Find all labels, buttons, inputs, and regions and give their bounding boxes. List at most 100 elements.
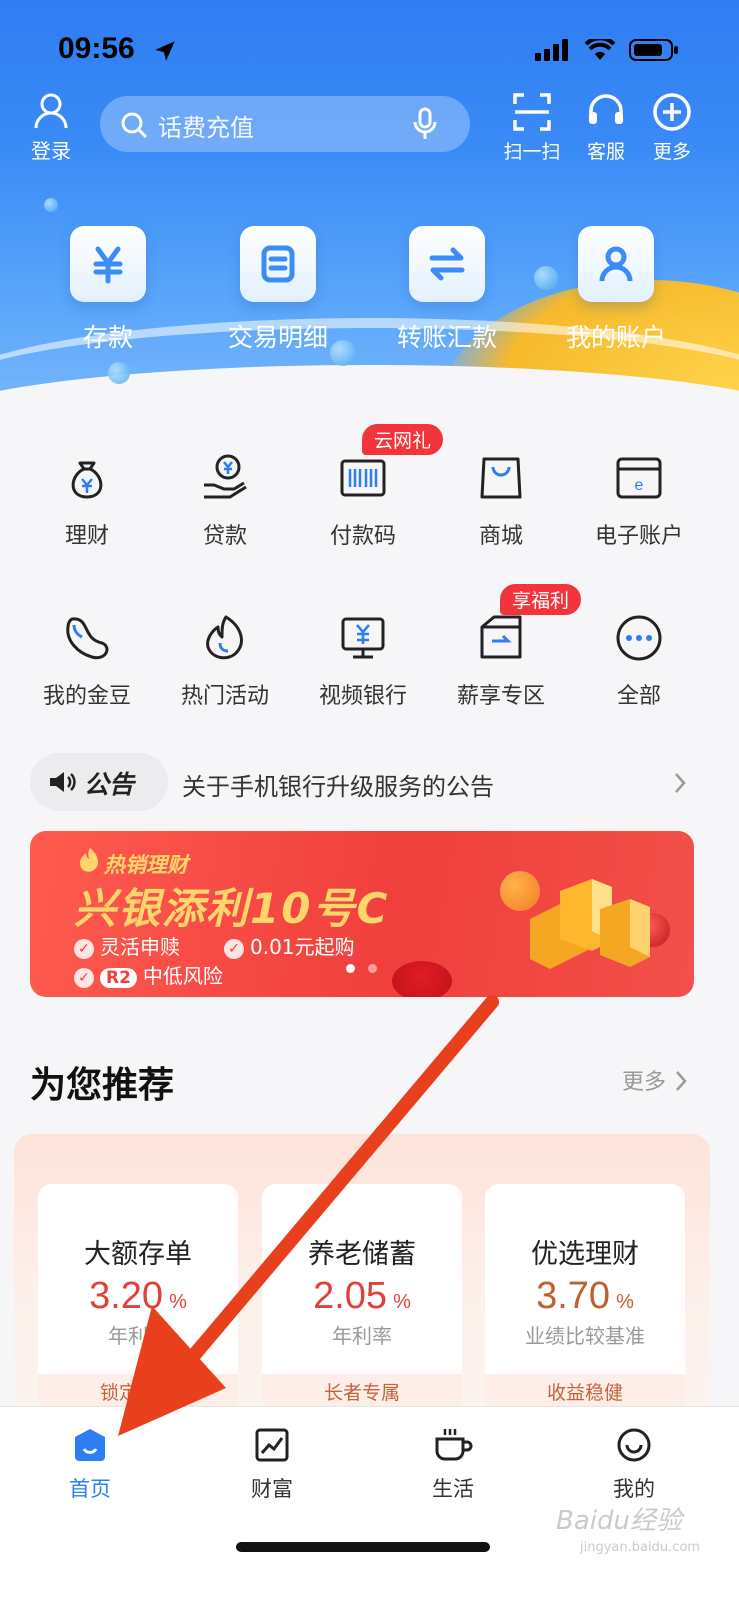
product-rate-label: 年利率 <box>108 1324 168 1348</box>
loan-item[interactable]: 贷款 <box>160 450 290 550</box>
smile-icon <box>614 1425 654 1465</box>
rate-value: 2.05 <box>313 1275 388 1317</box>
headset-icon <box>589 94 623 124</box>
chevron-right-icon <box>675 773 686 793</box>
recommend-title: 为您推荐 <box>30 1065 175 1106</box>
hot-activities-label: 热门活动 <box>180 684 269 709</box>
user-icon <box>599 246 633 282</box>
e-card-icon: e <box>611 450 667 506</box>
transfer-entry[interactable]: 转账汇款 <box>372 226 522 354</box>
transactions-entry[interactable]: 交易明细 <box>203 226 353 354</box>
e-account-item[interactable]: e 电子账户 <box>574 450 704 550</box>
yen-icon <box>93 246 123 284</box>
home-icon <box>70 1425 110 1465</box>
coffee-cup-icon <box>433 1425 473 1465</box>
red-ball-decoration <box>392 961 452 997</box>
status-time: 09:56 <box>58 32 135 65</box>
transfer-tile <box>409 226 485 302</box>
recommend-more-label: 更多 <box>622 1070 667 1095</box>
fire-icon <box>80 848 99 872</box>
my-account-entry[interactable]: 我的账户 <box>541 226 691 354</box>
wealth-management-label: 理财 <box>64 524 109 549</box>
risk-text: 中低风险 <box>142 964 223 988</box>
tab-mine[interactable]: 我的 <box>584 1425 684 1503</box>
tab-mine-label: 我的 <box>613 1477 655 1501</box>
cloud-gift-tag: 云网礼 <box>362 424 444 455</box>
tab-wealth-label: 财富 <box>251 1477 293 1501</box>
carousel-dot-active <box>346 964 355 973</box>
announcement-title: 公告 <box>84 770 135 799</box>
product-card-pension-savings[interactable]: 养老储蓄 2.05% 年利率 长者专属 <box>262 1184 462 1414</box>
transactions-tile <box>240 226 316 302</box>
risk-badge: R2 <box>100 968 137 988</box>
salary-zone-item[interactable]: 享福利 薪享专区 <box>436 584 582 710</box>
signal-icon <box>535 39 568 61</box>
barcode-icon <box>335 450 391 506</box>
plus-circle-icon <box>653 93 691 131</box>
more-dots-icon <box>611 610 667 666</box>
product-name: 优选理财 <box>531 1239 639 1270</box>
transfer-icon <box>429 247 465 281</box>
wealth-management-item[interactable]: 理财 <box>22 450 152 550</box>
deposit-label: 存款 <box>82 323 133 352</box>
more-label: 更多 <box>652 141 691 163</box>
product-card-large-deposit[interactable]: 大额存单 3.20% 年利率 锁定收益 <box>38 1184 238 1414</box>
search-input[interactable]: 话费充值 <box>100 96 470 152</box>
monitor-yen-icon <box>335 610 391 666</box>
flame-icon <box>197 610 253 666</box>
payment-code-item[interactable]: 云网礼 付款码 <box>298 424 444 550</box>
announcement-bar[interactable]: 公告 关于手机银行升级服务的公告 <box>30 753 710 811</box>
product-rate: 2.05% <box>262 1275 462 1318</box>
recommend-more-link[interactable]: 更多 <box>622 1064 687 1096</box>
payment-code-label: 付款码 <box>329 524 396 549</box>
product-rate: 3.20% <box>38 1275 238 1318</box>
tab-life[interactable]: 生活 <box>403 1425 503 1503</box>
transfer-label: 转账汇款 <box>396 323 497 352</box>
welfare-tag: 享福利 <box>500 584 582 615</box>
login-button[interactable]: 登录 <box>28 92 74 164</box>
customer-service-label: 客服 <box>586 141 625 163</box>
shopping-bag-icon <box>473 450 529 506</box>
rate-unit: % <box>169 1291 187 1313</box>
tab-wealth[interactable]: 财富 <box>222 1425 322 1503</box>
microphone-icon[interactable] <box>412 107 438 141</box>
wifi-icon <box>585 39 615 60</box>
scan-button[interactable]: 扫一扫 <box>502 92 562 164</box>
product-name: 大额存单 <box>84 1239 192 1270</box>
product-rate: 3.70% <box>485 1275 685 1318</box>
scan-label: 扫一扫 <box>503 141 561 163</box>
top-bar: 登录 话费充值 扫一扫 客服 更多 <box>0 92 739 172</box>
product-rate-label: 业绩比较基准 <box>525 1324 645 1348</box>
product-rate-label: 年利率 <box>332 1324 392 1348</box>
transactions-label: 交易明细 <box>227 323 328 352</box>
banner-risk: ✓ R2 中低风险 <box>74 960 223 989</box>
mall-label: 商城 <box>478 524 523 549</box>
customer-service-button[interactable]: 客服 <box>576 92 636 164</box>
document-icon <box>261 245 295 283</box>
home-indicator <box>236 1542 490 1552</box>
mall-item[interactable]: 商城 <box>436 450 566 550</box>
video-bank-label: 视频银行 <box>318 684 407 709</box>
my-account-tile <box>578 226 654 302</box>
rate-unit: % <box>393 1291 411 1313</box>
status-bar: 09:56 <box>0 28 739 72</box>
product-name: 养老储蓄 <box>308 1239 416 1270</box>
bubble-decoration <box>44 198 58 212</box>
more-button[interactable]: 更多 <box>642 92 702 164</box>
gold-bean-item[interactable]: 我的金豆 <box>22 610 152 710</box>
deposit-entry[interactable]: 存款 <box>33 226 183 354</box>
all-services-item[interactable]: 全部 <box>574 610 704 710</box>
salary-box-icon <box>473 610 529 666</box>
watermark: Baidu经验 <box>556 1506 682 1536</box>
location-arrow-icon <box>155 41 175 61</box>
tab-home[interactable]: 首页 <box>40 1425 140 1503</box>
hot-activities-item[interactable]: 热门活动 <box>160 610 290 710</box>
salary-zone-label: 薪享专区 <box>456 684 545 709</box>
all-services-label: 全部 <box>616 684 661 709</box>
promo-banner[interactable]: 热销理财 兴银添利10号C ✓ 灵活申赎 ✓ 0.01元起购 ✓ R2 中低风险 <box>30 831 694 997</box>
status-icons <box>535 38 679 62</box>
speaker-icon <box>50 772 76 792</box>
login-label: 登录 <box>31 139 71 163</box>
video-bank-item[interactable]: 视频银行 <box>298 610 428 710</box>
product-card-selected-wealth[interactable]: 优选理财 3.70% 业绩比较基准 收益稳健 <box>485 1184 685 1414</box>
